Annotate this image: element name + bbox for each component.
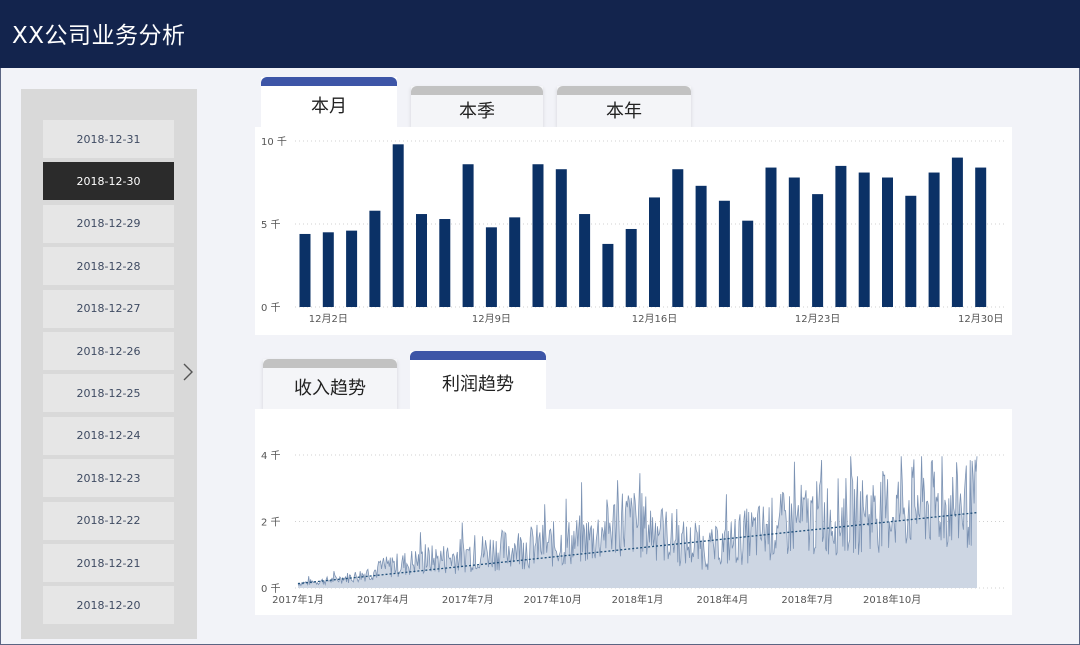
x-tick-label: 2017年10月 [524,593,582,606]
tab-period-2[interactable]: 本年 [557,86,691,127]
tab-period-1[interactable]: 本季 [411,86,543,127]
bar [439,219,450,307]
x-tick-label: 12月30日 [958,313,1003,325]
app-title: XX公司业务分析 [12,16,186,50]
daily-bar-chart: 10 千 5 千 0 千 12月2日 12月9日 12月16日 12月23日 12月30日 [255,127,1012,335]
date-option[interactable]: 2018-12-25 [43,374,174,412]
tab-indicator [410,351,546,360]
bar [672,169,683,307]
bar [859,173,870,307]
tab-period-0[interactable]: 本月 [261,77,397,127]
date-option[interactable]: 2018-12-22 [43,502,174,540]
date-option[interactable]: 2018-12-21 [43,544,174,582]
tab-indicator [261,77,397,86]
y-tick-label: 0 千 [261,583,281,595]
bar-chart-svg: 10 千 5 千 0 千 12月2日 12月9日 12月16日 12月23日 12月30日 [255,127,1012,335]
y-tick-label: 4 千 [261,450,281,462]
date-option[interactable]: 2018-12-24 [43,417,174,455]
date-option[interactable]: 2018-12-20 [43,586,174,624]
tab-label: 利润趋势 [442,370,514,396]
bar [300,234,311,307]
bar [393,144,404,307]
tab-trend-0[interactable]: 收入趋势 [263,359,397,409]
bar [742,221,753,307]
bar [789,178,800,307]
x-tick-label: 12月2日 [309,313,348,325]
x-tick-label: 2018年1月 [612,593,664,606]
bar [766,168,777,307]
date-option[interactable]: 2018-12-31 [43,120,174,158]
bar [905,196,916,307]
date-option[interactable]: 2018-12-23 [43,459,174,497]
x-tick-label: 12月9日 [472,313,511,325]
bar [649,197,660,307]
bar [812,194,823,307]
bar [626,229,637,307]
tab-trend-1[interactable]: 利润趋势 [410,351,546,409]
x-tick-label: 12月23日 [795,313,840,325]
bar [416,214,427,307]
x-tick-label: 2018年7月 [781,593,833,606]
bar [929,173,940,307]
date-option[interactable]: 2018-12-30 [43,162,174,200]
tab-label: 本月 [311,92,347,118]
area-chart-svg: 4 千 2 千 0 千2017年1月 2017年4月 2017年7月 2017年10月 20… [255,409,1012,615]
y-tick-label: 2 千 [261,517,281,529]
y-tick-label: 0 千 [261,302,281,314]
bar [579,214,590,307]
bar [323,232,334,307]
bar [602,244,613,307]
date-option[interactable]: 2018-12-29 [43,205,174,243]
bar [486,227,497,307]
bar [719,201,730,307]
x-tick-label: 2017年4月 [357,593,409,606]
app-header: XX公司业务分析 [0,0,1080,68]
x-tick-label: 2018年10月 [863,593,921,606]
date-option[interactable]: 2018-12-26 [43,332,174,370]
bar [533,164,544,307]
tab-label: 本季 [459,97,495,123]
bar [556,169,567,307]
bar [463,164,474,307]
chevron-right-icon[interactable] [181,361,195,383]
date-option[interactable]: 2018-12-27 [43,290,174,328]
x-tick-label: 12月16日 [632,313,677,325]
bar [952,158,963,307]
tab-label: 本年 [606,97,642,123]
y-tick-label: 10 千 [261,136,287,148]
bar [346,231,357,307]
y-tick-label: 5 千 [261,219,281,231]
tab-label: 收入趋势 [294,374,366,400]
bar [882,178,893,307]
bar [696,186,707,307]
tab-indicator [557,86,691,95]
date-slicer: 2018-12-31 2018-12-30 2018-12-29 2018-12-28… [21,89,197,639]
bar [369,211,380,307]
tab-indicator [263,359,397,368]
tab-indicator [411,86,543,95]
profit-area [298,456,977,588]
bar [835,166,846,307]
bar [975,168,986,307]
bar [509,217,520,307]
x-tick-label: 2017年7月 [442,593,494,606]
date-option[interactable]: 2018-12-28 [43,247,174,285]
x-tick-label: 2017年1月 [272,593,324,606]
x-tick-label: 2018年4月 [696,593,748,606]
profit-trend-chart: 4 千 2 千 0 千2017年1月 2017年4月 2017年7月 2017年10月 20… [255,409,1012,615]
